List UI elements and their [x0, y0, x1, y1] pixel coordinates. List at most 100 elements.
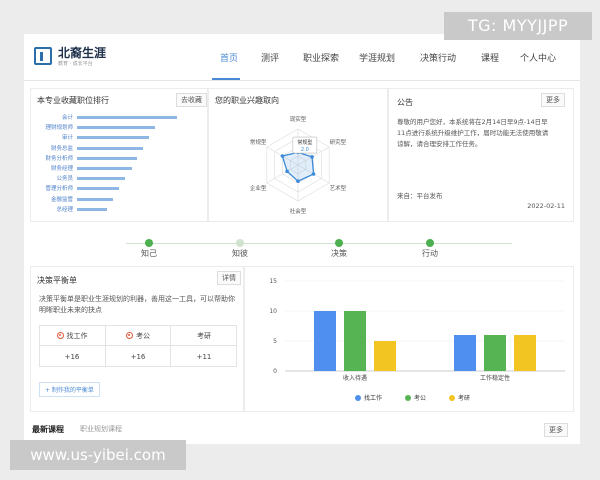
radar-tooltip-value: 2.0	[301, 147, 309, 153]
jobs-ranking-panel: 本专业收藏职位排行 去收藏 会计 理财规划师 审计 财务总监 财务分析师 财务经理 公务员管…	[30, 88, 208, 222]
radar-axis-label: 研究型	[330, 138, 347, 146]
chart-bar[interactable]	[514, 335, 536, 371]
option-label: 考公	[136, 332, 150, 340]
option-label: 找工作	[66, 332, 88, 340]
tg-watermark: TG: MYYJJPP	[444, 12, 592, 40]
nav-decision-action[interactable]: 决策行动	[420, 51, 456, 64]
job-bar[interactable]	[77, 116, 177, 119]
interest-radar-chart: 现实型研究型艺术型社会型企业型常规型 常规型2.0	[250, 115, 347, 215]
more-notices-button[interactable]: 更多	[541, 93, 565, 107]
balance-chart-panel: 0 5 10 15 收入待遇 工作稳定性 找工作 考公 考研	[244, 266, 574, 412]
option-find-job[interactable]: 找工作	[39, 331, 105, 341]
legend-swatch	[405, 395, 411, 401]
job-bar[interactable]	[77, 207, 107, 211]
stage-dot-know-self[interactable]	[145, 239, 153, 247]
logo-icon	[34, 47, 52, 65]
radar-tooltip-label: 常规型	[297, 139, 312, 146]
stage-label-know-other: 知彼	[232, 249, 248, 258]
radar-point	[310, 155, 314, 159]
courses-tab[interactable]: 职业规划课程	[80, 424, 122, 434]
job-bar-label: 审计	[61, 135, 73, 142]
decision-description: 决策平衡单是职业生涯规划的利器，善用这一工具，可以帮助你明晰职业未来的抉点	[39, 295, 235, 314]
site-watermark: www.us-yibei.com	[10, 440, 186, 470]
nav-study-plan[interactable]: 学涯规划	[359, 51, 395, 64]
job-bar-label: 总经理	[56, 206, 73, 213]
job-bar-label: 管理分析师	[45, 186, 73, 193]
legend-civil-exam: 考公	[405, 393, 426, 402]
job-bar[interactable]	[77, 156, 137, 160]
x-category-label: 工作稳定性	[480, 374, 510, 382]
legend-find-job: 找工作	[355, 393, 382, 402]
job-bar[interactable]	[77, 146, 143, 150]
panel-title: 本专业收藏职位排行	[37, 96, 109, 105]
target-icon	[126, 332, 133, 339]
chart-bar[interactable]	[454, 335, 476, 371]
nav-career-explore[interactable]: 职业探索	[303, 51, 339, 64]
app-page: 北裔生涯 教育 · 成长平台 首页 测评 职业探索 学涯规划 决策行动 课程 个…	[24, 34, 580, 444]
radar-axis-label: 常规型	[250, 138, 267, 146]
radar-axis-label: 现实型	[290, 115, 307, 123]
legend-label: 找工作	[364, 395, 383, 402]
stage-dot-decision[interactable]	[335, 239, 343, 247]
target-icon	[56, 332, 64, 339]
notice-panel: 公告 更多 尊敬的用户您好，本系统将在2月14日早9点-14日早11点进行系统升…	[388, 88, 574, 222]
option-civil-exam[interactable]: 考公	[105, 331, 171, 341]
option-label: 考研	[197, 332, 211, 340]
stage-label-know-self: 知己	[141, 249, 157, 258]
option-grad-exam[interactable]: 考研	[171, 331, 237, 341]
radar-point	[296, 179, 300, 183]
y-tick-label: 5	[273, 338, 277, 345]
job-bar-label: 理财规划师	[45, 125, 73, 132]
job-bar-label: 财务总监	[50, 145, 73, 152]
job-bar[interactable]	[77, 197, 113, 201]
chart-bar[interactable]	[374, 341, 396, 371]
radar-axis-label: 企业型	[250, 184, 267, 192]
panel-title: 决策平衡单	[37, 276, 77, 285]
nav-personal-center[interactable]: 个人中心	[520, 51, 556, 64]
y-tick-label: 0	[273, 368, 277, 375]
more-courses-button[interactable]: 更多	[544, 423, 568, 437]
score-civil-exam: +16	[130, 353, 146, 361]
stage-dot-know-other[interactable]	[236, 239, 244, 247]
job-bar-label: 公务员	[56, 176, 73, 183]
job-bar[interactable]	[77, 177, 125, 181]
job-bar[interactable]	[77, 187, 119, 191]
legend-swatch	[355, 395, 361, 401]
job-bar-label: 财务经理	[50, 166, 73, 172]
chart-bar[interactable]	[484, 335, 506, 371]
legend-swatch	[449, 395, 455, 401]
job-bar[interactable]	[77, 126, 155, 130]
chart-bar[interactable]	[314, 311, 336, 371]
x-category-label: 收入待遇	[343, 374, 367, 382]
go-collect-button[interactable]: 去收藏	[176, 93, 207, 107]
radar-point	[285, 169, 289, 174]
stage-dot-action[interactable]	[426, 239, 434, 247]
y-tick-label: 15	[269, 278, 277, 285]
logo-subtitle: 教育 · 成长平台	[58, 61, 93, 67]
job-bar[interactable]	[77, 167, 132, 170]
interest-panel: 您的职业兴趣取向 现实型 研究型 艺术型 社会型 企业型 常规型 常规型 2.0	[208, 88, 388, 222]
nav-courses[interactable]: 课程	[481, 51, 499, 64]
logo-title: 北裔生涯	[58, 46, 107, 60]
legend-grad-exam: 考研	[449, 393, 470, 402]
radar-axis-label: 社会型	[290, 207, 307, 215]
job-bar[interactable]	[77, 136, 149, 140]
details-button[interactable]: 详情	[217, 271, 241, 285]
panel-title: 您的职业兴趣取向	[215, 96, 279, 105]
nav-active-indicator	[212, 78, 240, 80]
legend-label: 考公	[414, 395, 427, 402]
nav-home[interactable]: 首页	[220, 51, 238, 64]
make-balance-sheet-button[interactable]: + 制作我的平衡单	[39, 382, 100, 397]
panel-title: 公告	[397, 98, 413, 107]
radar-axis-label: 艺术型	[330, 184, 347, 192]
chart-bar[interactable]	[344, 311, 366, 371]
score-find-job: +16	[64, 353, 80, 361]
notice-source: 来自：平台发布	[397, 192, 443, 200]
legend-label: 考研	[458, 395, 471, 402]
job-bar-label: 财务分析师	[45, 155, 73, 162]
notice-date: 2022-02-11	[527, 202, 565, 210]
score-grad-exam: +11	[196, 353, 212, 361]
top-header: 北裔生涯 教育 · 成长平台 首页 测评 职业探索 学涯规划 决策行动 课程 个…	[24, 34, 580, 81]
nav-assessment[interactable]: 测评	[261, 51, 279, 64]
stage-label-action: 行动	[422, 249, 438, 258]
